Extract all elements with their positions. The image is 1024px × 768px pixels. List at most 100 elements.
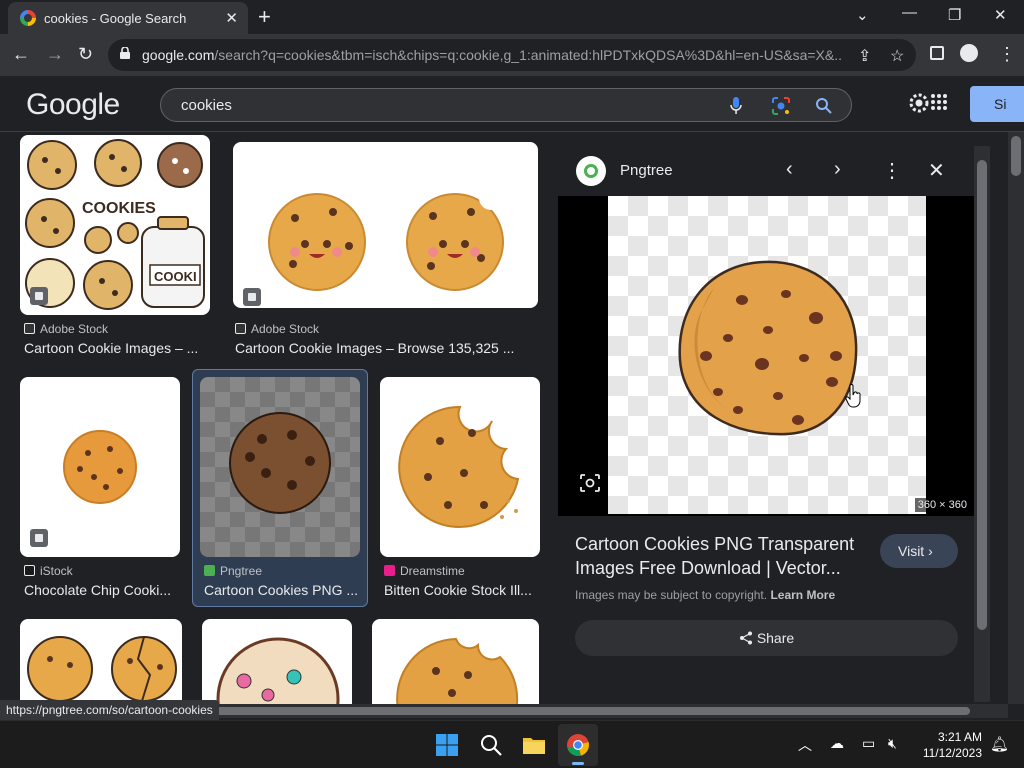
status-bar-url: https://pngtree.com/so/cartoon-cookies xyxy=(0,700,219,720)
taskbar-search-icon[interactable] xyxy=(479,733,503,757)
pngtree-favicon-icon xyxy=(204,565,215,576)
share-icon xyxy=(739,631,752,645)
restore-icon[interactable]: ❐ xyxy=(948,6,961,24)
result-title[interactable]: Bitten Cookie Stock Ill... xyxy=(384,582,540,598)
browser-tab[interactable]: cookies - Google Search ✕ xyxy=(8,2,248,34)
url-path: /search?q=cookies&tbm=isch&chips=q:cooki… xyxy=(214,47,842,63)
forward-icon[interactable]: → xyxy=(46,44,64,65)
search-query[interactable]: cookies xyxy=(181,97,232,114)
page-scrollbar[interactable] xyxy=(1008,132,1024,704)
url-domain: google.com xyxy=(142,47,215,63)
url-text: google.com/search?q=cookies&tbm=isch&chi… xyxy=(142,47,842,63)
visit-button[interactable]: Visit › xyxy=(880,534,958,568)
chrome-icon xyxy=(567,734,589,756)
reload-icon[interactable]: ↻ xyxy=(78,44,93,65)
large-cookie-image xyxy=(678,260,858,436)
google-logo[interactable]: Google xyxy=(26,88,120,122)
share-label: Share xyxy=(756,630,795,646)
apps-grid-icon[interactable] xyxy=(930,93,948,111)
result-title[interactable]: Chocolate Chip Cooki... xyxy=(24,582,180,598)
lens-camera-icon[interactable] xyxy=(580,474,600,492)
result-thumbnail[interactable] xyxy=(200,377,360,557)
file-explorer-icon[interactable] xyxy=(522,733,546,757)
sign-in-button[interactable]: Si xyxy=(970,86,1024,122)
istock-favicon-icon xyxy=(24,565,35,576)
window-close-icon[interactable]: ✕ xyxy=(994,6,1007,24)
result-source: Pngtree xyxy=(204,564,262,578)
google-favicon-icon xyxy=(20,10,36,26)
onedrive-paused-icon[interactable]: ☁ xyxy=(830,735,844,752)
windows-taskbar: ︿ ☁ ▭ 🔇︎ 3:21 AM 11/12/2023 🔔︎ xyxy=(0,720,1024,768)
search-icon[interactable] xyxy=(815,97,833,115)
tab-title: cookies - Google Search xyxy=(44,11,187,26)
hand-cursor-icon xyxy=(845,384,861,408)
volume-muted-icon[interactable]: 🔇︎ xyxy=(888,735,897,752)
image-result-6-thumbnail[interactable] xyxy=(20,619,182,704)
preview-image[interactable] xyxy=(608,196,926,514)
result-source-name: Pngtree xyxy=(220,564,263,578)
share-page-icon[interactable]: ⇪ xyxy=(858,46,871,66)
bitten-cookie-image xyxy=(398,405,520,528)
result-thumbnail[interactable] xyxy=(20,377,180,557)
active-app-indicator xyxy=(572,762,584,765)
previous-image-icon[interactable]: ‹ xyxy=(786,158,793,181)
windows-start-icon[interactable] xyxy=(435,733,459,757)
minimize-icon[interactable]: — xyxy=(902,4,917,21)
image-result-8-thumbnail[interactable] xyxy=(372,619,539,704)
result-thumbnail[interactable] xyxy=(380,377,540,557)
network-icon[interactable]: ▭ xyxy=(862,735,875,752)
new-tab-icon[interactable]: + xyxy=(258,4,271,30)
panel-image-title[interactable]: Cartoon Cookies PNG Transparent Images F… xyxy=(575,532,865,580)
dreamstime-favicon-icon xyxy=(384,565,395,576)
preview-image-frame: 360 × 360 xyxy=(558,196,974,516)
result-source: Adobe Stock xyxy=(235,322,319,336)
profile-avatar-icon[interactable] xyxy=(960,44,978,62)
search-box[interactable]: cookies xyxy=(160,88,852,122)
result-thumbnail[interactable] xyxy=(233,142,538,308)
page-scrollbar-thumb[interactable] xyxy=(1011,136,1021,176)
close-panel-icon[interactable]: ✕ xyxy=(928,158,945,183)
next-image-icon[interactable]: › xyxy=(834,158,841,181)
adobe-stock-favicon-icon xyxy=(24,323,35,334)
side-panel-icon[interactable] xyxy=(930,46,944,60)
lock-icon xyxy=(120,47,130,59)
tab-close-icon[interactable]: ✕ xyxy=(225,9,238,27)
result-title[interactable]: Cartoon Cookie Images – Browse 135,325 .… xyxy=(235,340,535,356)
google-header: Google cookies Si xyxy=(0,76,1024,132)
show-hidden-icons-chevron-icon[interactable]: ︿ xyxy=(798,735,812,755)
result-thumbnail[interactable]: COOKIES COOKI xyxy=(20,135,210,315)
lens-search-icon[interactable] xyxy=(771,96,791,116)
browser-menu-icon[interactable]: ⋮ xyxy=(998,44,1016,65)
back-icon[interactable]: ← xyxy=(12,44,30,65)
result-source-name: iStock xyxy=(40,564,73,578)
jar-label-text: COOKI xyxy=(154,269,197,284)
learn-more-link[interactable]: Learn More xyxy=(770,588,835,602)
voice-search-icon[interactable] xyxy=(729,96,743,116)
settings-gear-icon[interactable] xyxy=(908,92,930,114)
result-title[interactable]: Cartoon Cookie Images – ... xyxy=(24,340,210,356)
image-badge-icon xyxy=(30,287,48,305)
bookmark-star-icon[interactable]: ☆ xyxy=(890,46,904,66)
image-preview-panel: Pngtree ‹ › ⋮ ✕ 360 × 360 Cartoon Cookie… xyxy=(558,146,974,702)
adobe-stock-favicon-icon xyxy=(235,323,246,334)
panel-source-name[interactable]: Pngtree xyxy=(620,162,673,179)
visit-label: Visit xyxy=(898,543,925,559)
address-bar[interactable]: google.com/search?q=cookies&tbm=isch&chi… xyxy=(108,39,916,71)
image-badge-icon xyxy=(243,288,261,306)
result-source-name: Adobe Stock xyxy=(40,322,109,336)
more-options-icon[interactable]: ⋮ xyxy=(882,158,902,183)
clock-date: 11/12/2023 xyxy=(922,746,982,760)
panel-scrollbar-thumb[interactable] xyxy=(977,160,987,630)
system-clock[interactable]: 3:21 AM 11/12/2023 xyxy=(918,729,982,761)
result-title[interactable]: Cartoon Cookies PNG ... xyxy=(204,582,360,598)
panel-scrollbar[interactable] xyxy=(974,146,990,702)
notifications-bell-icon[interactable]: 🔔︎ xyxy=(990,735,1009,753)
browser-toolbar: ← → ↻ google.com/search?q=cookies&tbm=is… xyxy=(0,34,1024,76)
image-result-7-thumbnail[interactable] xyxy=(202,619,352,704)
tab-search-chevron-icon[interactable]: ⌄ xyxy=(856,6,869,24)
clock-time: 3:21 AM xyxy=(937,730,982,744)
chrome-taskbar-button[interactable] xyxy=(558,724,598,766)
copyright-notice: Images may be subject to copyright. Lear… xyxy=(575,588,835,602)
share-button[interactable]: Share xyxy=(575,620,958,656)
image-badge-icon xyxy=(30,529,48,547)
